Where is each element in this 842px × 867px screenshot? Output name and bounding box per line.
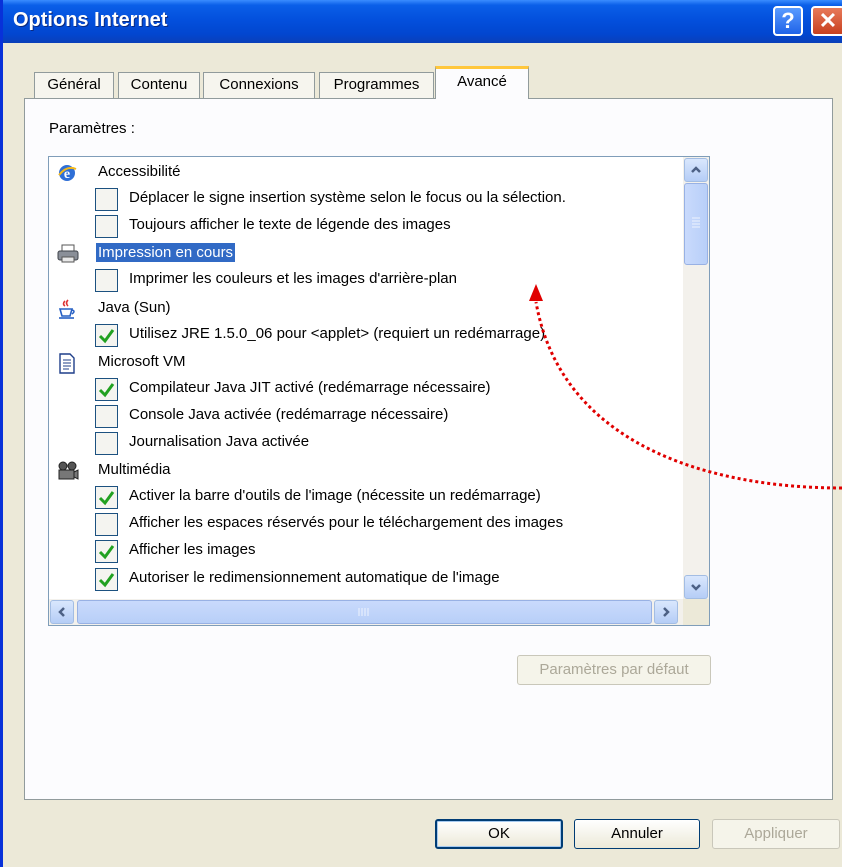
- option-label: Toujours afficher le texte de légende de…: [129, 216, 451, 234]
- settings-option[interactable]: Déplacer le signe insertion système selo…: [49, 186, 681, 213]
- tab-general[interactable]: Général: [34, 72, 114, 98]
- category-label: Multimédia: [98, 461, 171, 479]
- scrollbar-corner: [683, 599, 709, 625]
- checkbox-unchecked[interactable]: [95, 215, 118, 239]
- printer-icon: [57, 244, 79, 264]
- chevron-right-icon: [663, 607, 670, 617]
- apply-button[interactable]: Appliquer: [712, 819, 840, 849]
- horizontal-scrollbar[interactable]: [49, 599, 683, 625]
- settings-option[interactable]: Imprimer les couleurs et les images d'ar…: [49, 267, 681, 294]
- settings-category[interactable]: Multimédia: [49, 457, 681, 484]
- chevron-left-icon: [58, 607, 65, 617]
- chevron-down-icon: [691, 584, 701, 591]
- settings-option[interactable]: Activer la barre d'outils de l'image (né…: [49, 484, 681, 511]
- settings-category[interactable]: Java (Sun): [49, 295, 681, 322]
- checkbox-checked[interactable]: [95, 323, 118, 347]
- category-label: Accessibilité: [98, 163, 181, 180]
- settings-option[interactable]: Console Java activée (redémarrage nécess…: [49, 403, 681, 430]
- checkbox-checked[interactable]: [95, 567, 118, 591]
- scroll-down-button[interactable]: [684, 575, 708, 599]
- checkmark-icon: [98, 572, 115, 587]
- help-button[interactable]: ?: [773, 6, 803, 36]
- category-label: Java (Sun): [98, 298, 171, 316]
- settings-category[interactable]: e Accessibilité: [49, 159, 681, 186]
- multimedia-icon: [57, 461, 79, 481]
- option-label: Journalisation Java activée: [129, 433, 310, 450]
- close-icon: ✕: [818, 8, 838, 33]
- scroll-right-button[interactable]: [654, 600, 678, 624]
- checkbox-checked[interactable]: [95, 377, 118, 401]
- scroll-thumb[interactable]: [684, 183, 708, 265]
- ie-globe-icon: e: [57, 163, 77, 183]
- category-label: Impression en cours: [96, 243, 236, 263]
- settings-option[interactable]: Afficher les espaces réservés pour le té…: [49, 511, 681, 538]
- window-title: Options Internet: [13, 9, 168, 31]
- checkbox-unchecked[interactable]: [95, 269, 118, 293]
- option-label: Afficher les espaces réservés pour le té…: [129, 514, 564, 532]
- checkbox-checked[interactable]: [95, 486, 118, 510]
- category-label: Microsoft VM: [98, 352, 186, 370]
- grip-icon: [692, 217, 700, 228]
- tab-connexions[interactable]: Connexions: [203, 72, 315, 98]
- settings-option[interactable]: Utilisez JRE 1.5.0_06 pour <applet> (req…: [49, 322, 681, 349]
- document-icon: [57, 352, 77, 374]
- checkmark-icon: [98, 545, 115, 560]
- checkbox-checked[interactable]: [95, 540, 118, 564]
- java-cup-icon: [57, 298, 77, 319]
- close-button[interactable]: ✕: [811, 6, 842, 36]
- settings-option[interactable]: Afficher les images: [49, 538, 681, 565]
- option-label: Activer la barre d'outils de l'image (né…: [129, 487, 541, 505]
- ok-button[interactable]: OK: [435, 819, 563, 849]
- settings-option[interactable]: Toujours afficher le texte de légende de…: [49, 213, 681, 240]
- settings-option[interactable]: Autoriser le redimensionnement automatiq…: [49, 566, 681, 593]
- scroll-left-button[interactable]: [50, 600, 74, 624]
- settings-option[interactable]: Journalisation Java activée: [49, 430, 681, 457]
- settings-category[interactable]: Impression en cours: [49, 240, 681, 267]
- checkbox-unchecked[interactable]: [95, 513, 118, 537]
- cancel-button[interactable]: Annuler: [574, 819, 700, 849]
- checkmark-icon: [98, 328, 115, 343]
- option-label: Imprimer les couleurs et les images d'ar…: [129, 270, 457, 288]
- checkmark-icon: [98, 382, 115, 398]
- title-bar[interactable]: Options Internet ? ✕: [3, 0, 842, 43]
- tab-avance[interactable]: Avancé: [435, 66, 529, 99]
- checkmark-icon: [98, 491, 115, 506]
- option-label: Console Java activée (redémarrage nécess…: [129, 405, 449, 423]
- option-label: Afficher les images: [129, 541, 256, 559]
- settings-option[interactable]: Compilateur Java JIT activé (redémarrage…: [49, 376, 681, 403]
- option-label: Autoriser le redimensionnement automatiq…: [129, 568, 500, 586]
- grip-icon: [358, 608, 369, 616]
- tab-contenu[interactable]: Contenu: [118, 72, 200, 98]
- vertical-scrollbar[interactable]: [683, 157, 709, 600]
- chevron-up-icon: [691, 166, 701, 173]
- checkbox-unchecked[interactable]: [95, 404, 118, 428]
- option-label: Compilateur Java JIT activé (redémarrage…: [129, 378, 491, 396]
- tab-programmes[interactable]: Programmes: [319, 72, 434, 98]
- options-internet-window: Options Internet ? ✕ Général Contenu Con…: [0, 0, 842, 867]
- scroll-up-button[interactable]: [684, 158, 708, 182]
- checkbox-unchecked[interactable]: [95, 432, 118, 455]
- help-icon: ?: [781, 8, 795, 33]
- settings-category[interactable]: Microsoft VM: [49, 349, 681, 376]
- option-label: Utilisez JRE 1.5.0_06 pour <applet> (req…: [129, 324, 546, 342]
- checkbox-unchecked[interactable]: [95, 188, 118, 212]
- option-label: Déplacer le signe insertion système selo…: [129, 189, 566, 207]
- horizontal-scroll-thumb[interactable]: [77, 600, 652, 624]
- restore-defaults-button[interactable]: Paramètres par défaut: [517, 655, 711, 685]
- settings-tree-list[interactable]: e Accessibilité Déplacer le signe insertio…: [48, 156, 710, 626]
- settings-label: Paramètres :: [49, 120, 135, 137]
